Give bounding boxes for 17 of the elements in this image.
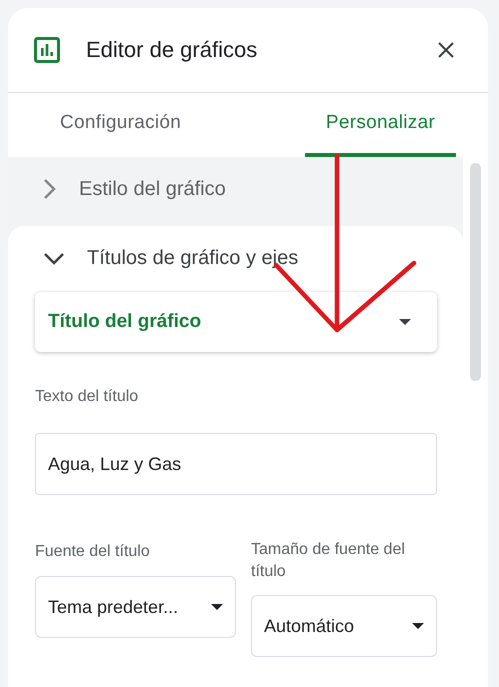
dropdown-caret-icon [399,319,411,325]
field-label: Tamaño de fuente del título [251,540,406,582]
font-dropdown[interactable]: Tema predeter... [35,576,236,638]
chevron-down-icon [43,252,65,266]
dropdown-caret-icon [412,623,424,629]
scrollbar-thumb[interactable] [470,163,481,381]
panel-title: Editor de gráficos [86,37,258,63]
title-text-field[interactable]: Agua, Luz y Gas [35,433,437,495]
section-header[interactable]: Títulos de gráfico y ejes [8,226,463,292]
tab[interactable]: Configuración [48,93,194,157]
field-label: Texto del título [35,387,140,407]
chart-icon [34,37,60,63]
dropdown-caret-icon [211,604,223,610]
font-size-dropdown[interactable]: Automático [251,595,437,657]
field-label: Fuente del título [35,542,151,562]
chevron-right-icon [43,178,57,200]
title-type-dropdown[interactable]: Título del gráfico [35,292,437,352]
